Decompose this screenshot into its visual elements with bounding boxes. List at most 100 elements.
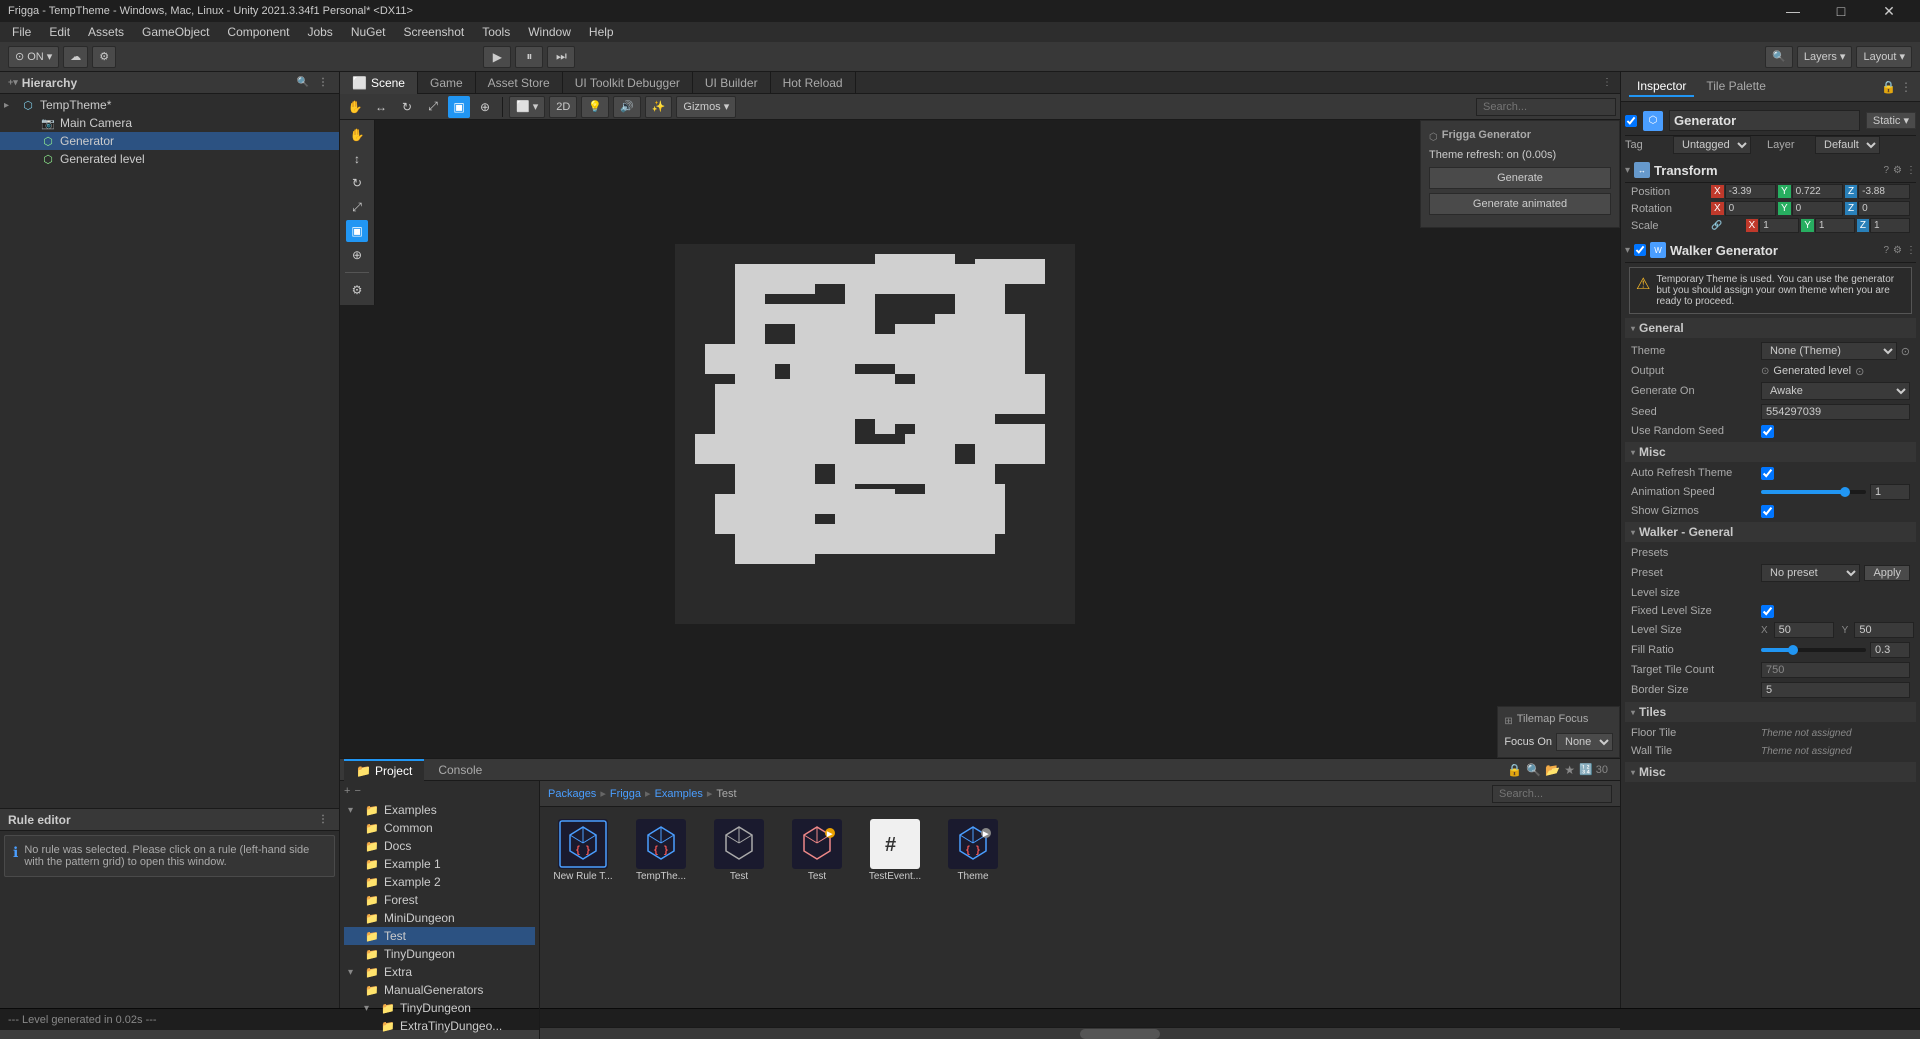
targettile-input[interactable] [1761,662,1910,678]
tab-console[interactable]: Console [426,759,494,781]
project-item-tinydungeon[interactable]: 📁 TinyDungeon [344,945,535,963]
scale-z-input[interactable] [1870,218,1910,233]
tilemap-focus-select[interactable]: None [1556,733,1613,751]
transform-settings-icon[interactable]: ⚙ [1893,165,1902,176]
project-item-docs[interactable]: 📁 Docs [344,837,535,855]
transform-help-icon[interactable]: ? [1883,165,1889,176]
hierarchy-item-maincamera[interactable]: 📷 Main Camera [0,114,339,132]
theme-select[interactable]: None (Theme) [1761,342,1897,360]
scale-y-input[interactable] [1815,218,1855,233]
play-button[interactable]: ▶ [483,46,511,68]
project-item-example2[interactable]: 📁 Example 2 [344,873,535,891]
tool-scale[interactable]: ⤢ [422,96,444,118]
scale-x-input[interactable] [1759,218,1799,233]
tool-left-6[interactable]: ⊕ [346,244,368,266]
tab-assetstore[interactable]: Asset Store [476,72,563,94]
tool-hand[interactable]: ✋ [344,96,366,118]
tool-left-1[interactable]: ✋ [346,124,368,146]
breadcrumb-frigga[interactable]: Frigga [610,788,641,800]
tree-add-btn[interactable]: + [344,785,350,797]
tool-rotate[interactable]: ↻ [396,96,418,118]
section-general[interactable]: ▾ General [1625,318,1916,338]
tool-left-2[interactable]: ↕ [346,148,368,170]
tool-left-3[interactable]: ↻ [346,172,368,194]
step-button[interactable]: ⏭ [547,46,575,68]
search-button[interactable]: 🔍 [1765,46,1793,68]
tab-hotreload[interactable]: Hot Reload [771,72,856,94]
menu-component[interactable]: Component [219,22,297,42]
menu-nuget[interactable]: NuGet [343,22,394,42]
project-item-common[interactable]: 📁 Common [344,819,535,837]
go-name-input[interactable] [1669,110,1860,131]
walker-settings-icon[interactable]: ⚙ [1893,245,1902,256]
tab-uibuilder[interactable]: UI Builder [693,72,771,94]
breadcrumb-examples[interactable]: Examples [655,788,703,800]
scene-search-input[interactable] [1476,98,1616,116]
static-button[interactable]: Static ▾ [1866,112,1916,129]
project-item-test1[interactable]: Test [704,815,774,886]
collab-settings-button[interactable]: ⚙ [92,46,116,68]
tool-left-5[interactable]: ▣ [346,220,368,242]
go-active-checkbox[interactable] [1625,115,1637,127]
project-item-examples[interactable]: ▾ 📁 Examples [344,801,535,819]
project-scrollbar[interactable] [540,1027,1620,1039]
walker-active-checkbox[interactable] [1634,244,1646,256]
hierarchy-item-generator[interactable]: ⬡ Generator [0,132,339,150]
tab-project[interactable]: 📁 Project [344,759,424,781]
tab-uitoolkit[interactable]: UI Toolkit Debugger [563,72,693,94]
project-item-example1[interactable]: 📁 Example 1 [344,855,535,873]
go-tag-select[interactable]: Untagged [1673,136,1751,154]
levelsize-x-input[interactable] [1774,622,1834,638]
menu-gameobject[interactable]: GameObject [134,22,217,42]
layers-button[interactable]: Layers ▾ [1797,46,1853,68]
hierarchy-menu-icon[interactable]: ⋮ [315,75,331,91]
lighting-btn[interactable]: 💡 [581,96,609,118]
gizmos-btn[interactable]: Gizmos ▾ [676,96,736,118]
project-item-minidungeon[interactable]: 📁 MiniDungeon [344,909,535,927]
walker-collapse-arrow[interactable]: ▾ [1625,245,1630,256]
tool-transform[interactable]: ⊕ [474,96,496,118]
fixedlevelsize-checkbox[interactable] [1761,605,1774,618]
inspector-more-icon[interactable]: ⋮ [1900,80,1912,94]
hierarchy-item-generatedlevel[interactable]: ⬡ Generated level [0,150,339,168]
project-item-forest[interactable]: 📁 Forest [344,891,535,909]
menu-tools[interactable]: Tools [474,22,518,42]
minimize-button[interactable]: — [1770,0,1816,22]
project-item-extra[interactable]: ▾ 📁 Extra [344,963,535,981]
menu-file[interactable]: File [4,22,39,42]
audio-btn[interactable]: 🔊 [613,96,641,118]
menu-edit[interactable]: Edit [41,22,78,42]
rule-editor-menu-icon[interactable]: ⋮ [315,812,331,828]
project-item-extratiny[interactable]: 📁 ExtraTinyDungeo... [344,1017,535,1035]
showgizmos-checkbox[interactable] [1761,505,1774,518]
project-item-test2[interactable]: ▶ Test [782,815,852,886]
project-item-tinydungeon2[interactable]: ▾ 📁 TinyDungeon [344,999,535,1017]
tab-scene[interactable]: ⬜ Scene [340,72,418,94]
project-item-temptheme[interactable]: { } TempThe... [626,815,696,886]
tab-inspector[interactable]: Inspector [1629,77,1694,97]
tool-move[interactable]: ↔ [370,96,392,118]
folder-icon[interactable]: 📂 [1545,763,1560,777]
menu-window[interactable]: Window [520,22,579,42]
menu-assets[interactable]: Assets [80,22,132,42]
hierarchy-search-icon[interactable]: 🔍 [295,75,311,91]
walker-help-icon[interactable]: ? [1883,245,1889,256]
close-button[interactable]: ✕ [1866,0,1912,22]
animspeed-slider[interactable] [1761,490,1866,494]
cloud-button[interactable]: ☁ [63,46,88,68]
rotation-x-input[interactable] [1725,201,1776,216]
scene-tab-more[interactable]: ⋮ [1602,77,1612,88]
position-z-input[interactable] [1858,184,1910,199]
section-tiles[interactable]: ▾ Tiles [1625,702,1916,722]
search-icon[interactable]: 🔍 [1526,763,1541,777]
menu-jobs[interactable]: Jobs [299,22,340,42]
rotation-z-input[interactable] [1858,201,1910,216]
pause-button[interactable]: ⏸ [515,46,543,68]
section-walker-general[interactable]: ▾ Walker - General [1625,522,1916,542]
project-item-test[interactable]: 📁 Test [344,927,535,945]
apply-button[interactable]: Apply [1864,565,1910,581]
scene-view[interactable]: ✋ ↕ ↻ ⤢ ▣ ⊕ ⚙ ⬡ Frigga Generator Theme r… [340,120,1620,758]
menu-help[interactable]: Help [581,22,622,42]
inspector-lock-icon[interactable]: 🔒 [1881,80,1896,94]
menu-screenshot[interactable]: Screenshot [396,22,473,42]
